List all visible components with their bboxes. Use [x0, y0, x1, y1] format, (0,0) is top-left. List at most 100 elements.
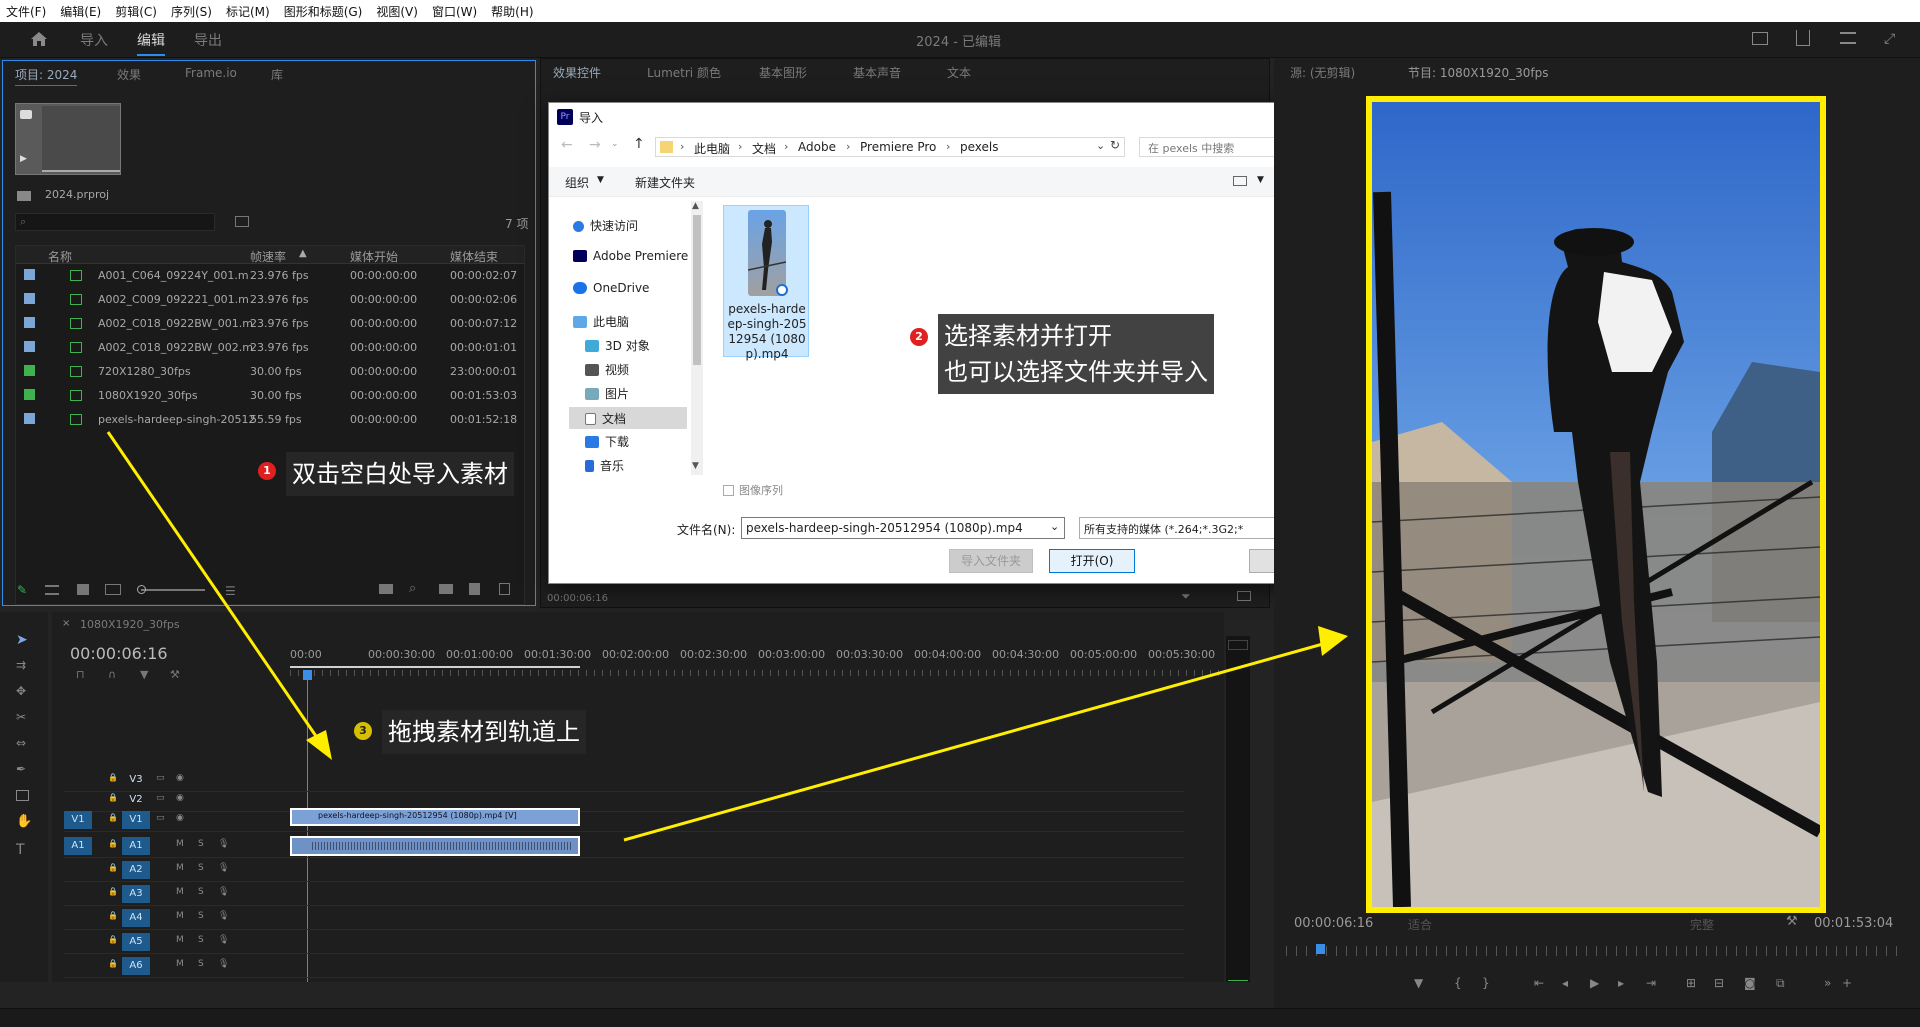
- eye-icon[interactable]: ◉: [176, 813, 184, 823]
- import-folder-button[interactable]: 导入文件夹: [949, 549, 1033, 573]
- audio-clip[interactable]: [290, 836, 580, 856]
- view-options-icon[interactable]: [1233, 176, 1247, 186]
- compare-icon[interactable]: ⧉: [1776, 976, 1785, 991]
- chevron-down-icon[interactable]: ⌄: [1050, 520, 1059, 533]
- tab-source[interactable]: 源: (无剪辑): [1290, 64, 1355, 81]
- lock-icon[interactable]: 🔒: [108, 863, 118, 872]
- path-pexels[interactable]: pexels: [960, 140, 999, 154]
- table-row[interactable]: A002_C018_0922BW_002.m 23.976 fps 00:00:00…: [16, 336, 524, 360]
- lock-icon[interactable]: 🔒: [108, 793, 118, 802]
- razor-tool-icon[interactable]: ✂: [16, 710, 26, 724]
- pencil-icon[interactable]: ✎: [17, 583, 27, 597]
- track-target-a2[interactable]: A2: [122, 861, 150, 879]
- type-tool-icon[interactable]: T: [16, 842, 25, 858]
- eye-icon[interactable]: ◉: [176, 793, 184, 803]
- selection-tool-icon[interactable]: ➤: [16, 632, 28, 648]
- layout-icon[interactable]: [1752, 32, 1768, 45]
- step-forward-icon[interactable]: ▸: [1618, 976, 1624, 990]
- tab-essential-graphics[interactable]: 基本图形: [759, 64, 807, 81]
- path-premiere-pro[interactable]: Premiere Pro: [860, 140, 936, 154]
- tab-program[interactable]: 节目: 1080X1920_30fps: [1408, 64, 1549, 81]
- label-color-chip[interactable]: [24, 365, 35, 376]
- menu-file[interactable]: 文件(F): [6, 3, 46, 20]
- wrench-icon[interactable]: ⚒: [170, 668, 180, 681]
- track-a4[interactable]: 🔒 A4 M S 🎙: [64, 906, 1184, 930]
- tab-export[interactable]: 导出: [194, 30, 222, 50]
- path-this-pc[interactable]: 此电脑: [694, 140, 730, 157]
- track-a1[interactable]: A1 🔒 A1 M S 🎙: [64, 834, 1184, 858]
- organize-button[interactable]: 组织: [565, 174, 589, 191]
- address-bar[interactable]: › 此电脑 › 文档 › Adobe › Premiere Pro › pexe…: [655, 137, 1125, 157]
- program-timecode[interactable]: 00:00:06:16: [1294, 916, 1373, 931]
- new-folder-button[interactable]: 新建文件夹: [635, 174, 695, 191]
- track-m-button[interactable]: M: [176, 863, 184, 873]
- track-target-v2[interactable]: V2: [122, 791, 150, 809]
- filter-icon[interactable]: ⏷: [1181, 589, 1191, 604]
- track-s-button[interactable]: S: [198, 887, 204, 897]
- label-color-chip[interactable]: [24, 269, 35, 280]
- tab-effects[interactable]: 效果: [117, 66, 141, 83]
- video-clip[interactable]: pexels-hardeep-singh-20512954 (1080p).mp…: [290, 808, 580, 826]
- project-search-input[interactable]: ⌕: [15, 213, 215, 231]
- menu-help[interactable]: 帮助(H): [491, 3, 533, 20]
- mark-out-icon[interactable]: }: [1482, 976, 1490, 990]
- playhead-timecode[interactable]: 00:00:06:16: [70, 644, 168, 663]
- close-icon[interactable]: ×: [62, 618, 70, 629]
- add-icon[interactable]: +: [1842, 976, 1852, 990]
- path-documents[interactable]: 文档: [752, 140, 776, 157]
- chevron-down-icon[interactable]: ⌄: [1096, 139, 1105, 152]
- pen-tool-icon[interactable]: ✒: [16, 762, 26, 776]
- tab-effect-controls[interactable]: 效果控件: [553, 64, 601, 81]
- menu-lines-icon[interactable]: [1840, 32, 1856, 44]
- menu-sequence[interactable]: 序列(S): [171, 3, 212, 20]
- sync-icon[interactable]: ▭: [156, 813, 165, 823]
- wrench-icon[interactable]: ⚒: [1786, 914, 1798, 929]
- label-color-chip[interactable]: [24, 317, 35, 328]
- col-name[interactable]: 名称: [48, 248, 72, 265]
- quality-select[interactable]: 完整: [1690, 916, 1714, 933]
- tab-frameio[interactable]: Frame.io: [185, 66, 237, 80]
- export-frame-icon[interactable]: ◙: [1744, 976, 1756, 990]
- col-fps[interactable]: 帧速率: [250, 248, 286, 265]
- tab-import[interactable]: 导入: [80, 30, 108, 50]
- label-color-chip[interactable]: [24, 293, 35, 304]
- track-s-button[interactable]: S: [198, 935, 204, 945]
- freeform-view-icon[interactable]: [105, 584, 121, 595]
- bin-icon[interactable]: [235, 216, 249, 227]
- track-a2[interactable]: 🔒 A2 M S 🎙: [64, 858, 1184, 882]
- recent-chevron-icon[interactable]: ⌄: [611, 139, 619, 149]
- source-patch-a1[interactable]: A1: [64, 837, 92, 855]
- list-view-icon[interactable]: [45, 585, 59, 595]
- nav-music[interactable]: 音乐: [585, 457, 624, 474]
- track-select-icon[interactable]: ⇉: [16, 658, 26, 672]
- mic-icon[interactable]: 🎙: [218, 839, 229, 849]
- mic-icon[interactable]: 🎙: [218, 911, 229, 921]
- mic-icon[interactable]: 🎙: [218, 935, 229, 945]
- rectangle-tool-icon[interactable]: [16, 790, 29, 801]
- tab-text[interactable]: 文本: [947, 64, 971, 81]
- track-m-button[interactable]: M: [176, 959, 184, 969]
- zoom-slider[interactable]: [141, 589, 205, 591]
- table-row[interactable]: 1080X1920_30fps 30.00 fps 00:00:00:00 00:01…: [16, 384, 524, 408]
- slip-tool-icon[interactable]: ⇔: [16, 736, 26, 750]
- home-icon[interactable]: [30, 31, 48, 47]
- table-row[interactable]: pexels-hardeep-singh-20512 55.59 fps 00:00…: [16, 408, 524, 432]
- menu-window[interactable]: 窗口(W): [432, 3, 477, 20]
- marker-icon[interactable]: ▼: [140, 668, 148, 681]
- lock-icon[interactable]: 🔒: [108, 935, 118, 944]
- track-target-v3[interactable]: V3: [122, 771, 150, 789]
- link-icon[interactable]: ∩: [108, 668, 116, 681]
- program-video-frame[interactable]: [1366, 96, 1826, 913]
- open-button[interactable]: 打开(O): [1049, 549, 1135, 573]
- path-adobe[interactable]: Adobe: [798, 140, 836, 154]
- nav-documents[interactable]: 文档: [569, 407, 687, 429]
- track-target-a1[interactable]: A1: [122, 837, 150, 855]
- playhead-handle[interactable]: [303, 670, 312, 680]
- mic-icon[interactable]: 🎙: [218, 863, 229, 873]
- chevron-down-icon[interactable]: ▼: [1257, 175, 1264, 185]
- track-s-button[interactable]: S: [198, 959, 204, 969]
- track-target-v1[interactable]: V1: [122, 811, 150, 829]
- track-target-a4[interactable]: A4: [122, 909, 150, 927]
- export-frame-icon[interactable]: [1237, 591, 1251, 601]
- lock-icon[interactable]: 🔒: [108, 773, 118, 782]
